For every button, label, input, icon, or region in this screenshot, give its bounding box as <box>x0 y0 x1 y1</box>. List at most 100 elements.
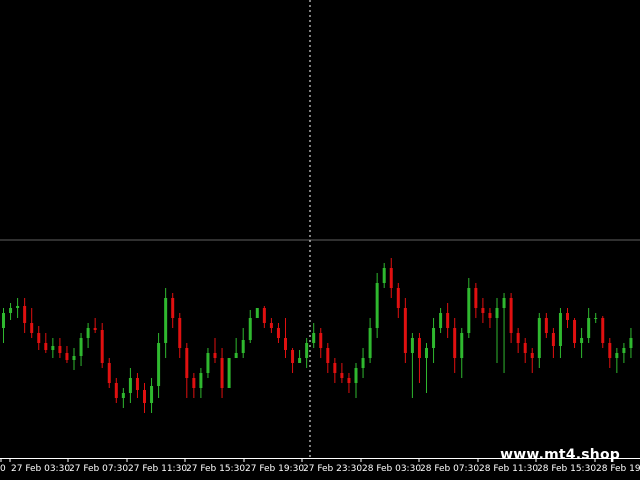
candle-bear <box>481 308 485 313</box>
candle-bull <box>227 358 231 388</box>
candle-bull <box>580 338 584 343</box>
candle-bull <box>157 343 161 386</box>
x-tick-label: 28 Feb 15:30 <box>537 464 596 474</box>
x-tick-label: 27 Feb 03:30 <box>11 464 70 474</box>
candle-bull <box>248 318 252 340</box>
chart-canvas[interactable]: 0 27 Feb 03:30 27 Feb 07:30 27 Feb 11:30… <box>0 0 640 480</box>
x-tick-label: 28 Feb 19:30 <box>596 464 640 474</box>
candle-bull <box>305 343 309 358</box>
candle-bear <box>530 353 534 358</box>
price-chart[interactable]: 0 27 Feb 03:30 27 Feb 07:30 27 Feb 11:30… <box>0 0 640 480</box>
candle-bear <box>551 333 555 346</box>
candle-bear <box>417 338 421 358</box>
candle-bull <box>2 313 5 328</box>
candle-bull <box>382 268 386 283</box>
x-tick-label: 27 Feb 23:30 <box>303 464 362 474</box>
candle-bull <box>439 313 443 328</box>
candle-bear <box>276 328 280 338</box>
candle-bull <box>255 308 259 318</box>
candle-bear <box>474 288 478 308</box>
candle-bear <box>608 343 612 358</box>
candle-bull <box>51 346 55 350</box>
candle-bear <box>396 288 400 308</box>
candle-bull <box>86 328 90 338</box>
x-tick-label: 27 Feb 07:30 <box>69 464 128 474</box>
candle-bear <box>319 333 323 348</box>
candle-bear <box>403 308 407 353</box>
candle-bear <box>135 378 139 390</box>
candle-bear <box>566 313 569 320</box>
candle-bull <box>121 393 125 398</box>
candle-bear <box>30 323 34 333</box>
watermark-text: www.mt4.shop <box>500 447 620 463</box>
candle-bear <box>291 350 295 363</box>
candle-bull <box>495 308 499 318</box>
candle-bull <box>425 348 428 358</box>
candle-bull <box>502 298 506 308</box>
candle-bear <box>573 320 577 343</box>
candle-bear <box>453 328 457 358</box>
candle-bear <box>284 338 287 350</box>
candle-bear <box>488 313 492 318</box>
candle-bear <box>509 298 513 333</box>
candle-bear <box>100 330 104 363</box>
candle-bear <box>347 378 351 383</box>
candle-bull <box>241 340 245 353</box>
candle-bull <box>72 356 76 360</box>
candle-bull <box>298 358 302 363</box>
candle-bull <box>79 338 83 356</box>
candle-bull <box>558 313 562 346</box>
x-tick-label-partial: 0 <box>0 464 6 474</box>
candle-bear <box>178 318 182 348</box>
candle-bear <box>58 346 62 353</box>
candle-bull <box>164 298 168 343</box>
candle-bull <box>368 328 372 358</box>
candle-bear <box>192 378 196 388</box>
candle-bull <box>622 348 626 353</box>
candle-bull <box>410 338 414 353</box>
candle-bear <box>340 373 344 378</box>
candle-bear <box>269 323 273 328</box>
candle-bull <box>128 378 132 393</box>
candle-bear <box>171 298 175 318</box>
candle-bear <box>185 348 189 378</box>
x-tick-label: 28 Feb 11:30 <box>479 464 538 474</box>
candle-bull <box>206 353 210 373</box>
candle-bear <box>326 348 330 363</box>
candle-bull <box>234 353 238 358</box>
candle-bear <box>65 353 69 360</box>
candle-bear <box>262 308 266 323</box>
candle-bear <box>93 328 97 330</box>
candle-bull <box>594 318 598 319</box>
candle-bull <box>199 373 203 388</box>
candle-bull <box>615 353 619 358</box>
candle-bull <box>587 318 591 338</box>
candle-bull <box>432 328 436 348</box>
candle-bear <box>333 363 337 373</box>
candle-bear <box>143 390 146 403</box>
candle-bear <box>220 358 224 388</box>
x-tick-label: 27 Feb 19:30 <box>245 464 304 474</box>
x-tick-label: 27 Feb 15:30 <box>186 464 245 474</box>
candle-bear <box>523 343 527 353</box>
x-tick-label: 28 Feb 03:30 <box>362 464 421 474</box>
candle-bear <box>114 383 118 398</box>
candle-bull <box>354 368 358 383</box>
x-tick-label: 27 Feb 11:30 <box>128 464 187 474</box>
x-axis-labels: 0 27 Feb 03:30 27 Feb 07:30 27 Feb 11:30… <box>0 464 640 474</box>
candle-bull <box>16 306 20 308</box>
candle-bull <box>629 338 633 348</box>
candle-bear <box>37 333 41 343</box>
candle-bull <box>467 288 471 333</box>
candle-bull <box>537 318 541 358</box>
candle-bear <box>446 313 450 328</box>
candle-bear <box>107 363 111 383</box>
candle-bear <box>213 353 217 358</box>
candle-bull <box>375 283 379 328</box>
candle-bull <box>312 333 316 343</box>
candle-bear <box>544 318 548 333</box>
candle-bull <box>361 358 365 368</box>
x-tick-label: 28 Feb 07:30 <box>420 464 479 474</box>
candle-bear <box>23 306 27 323</box>
candle-bull <box>9 308 13 313</box>
